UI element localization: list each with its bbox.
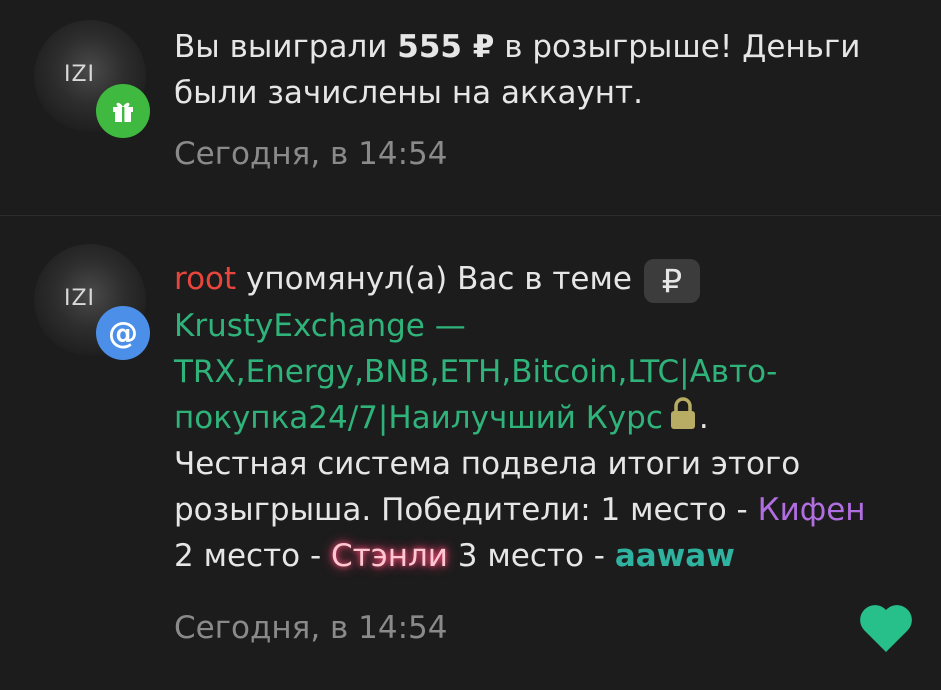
body-line-1: Честная система подвела итоги этого bbox=[174, 445, 801, 482]
prize-text-after: в розыгрыше! Деньги bbox=[494, 29, 861, 65]
winner-2-link[interactable]: Стэнли bbox=[331, 538, 448, 574]
lock-icon bbox=[670, 396, 695, 429]
winner-1-link[interactable]: Кифен bbox=[758, 492, 866, 528]
avatar-wrap[interactable]: IZI @ bbox=[34, 244, 154, 364]
heart-icon bbox=[860, 605, 912, 652]
thread-link-2[interactable]: TRX,Energy,BNB,ETH,Bitcoin,LTC|Авто- bbox=[174, 354, 777, 390]
period: . bbox=[698, 399, 709, 436]
like-button[interactable] bbox=[858, 602, 914, 654]
body-line-3: 2 место - Стэнли 3 место - aawaw bbox=[174, 533, 911, 579]
prize-amount: 555 ₽ bbox=[397, 29, 495, 65]
gift-badge bbox=[96, 84, 150, 138]
prize-line-1: Вы выиграли 555 ₽ в розыгрыше! Деньги bbox=[174, 24, 911, 70]
notification-mention: IZI @ root упомянул(а) Вас в теме ₽ Krust… bbox=[0, 216, 941, 690]
avatar-logo: IZI bbox=[64, 286, 96, 311]
body-line-2-prefix: розыгрыша. Победители: 1 место - bbox=[174, 491, 758, 528]
notification-time: Сегодня, в 14:54 bbox=[174, 136, 448, 172]
at-icon: @ bbox=[96, 306, 150, 360]
avatar-wrap[interactable]: IZI bbox=[34, 20, 154, 140]
body-line-3-mid: 3 место - bbox=[447, 537, 615, 574]
notification-text: Вы выиграли 555 ₽ в розыгрыше! Деньги бы… bbox=[174, 24, 911, 116]
username-link[interactable]: root bbox=[174, 261, 236, 297]
thread-link-1[interactable]: KrustyExchange — bbox=[174, 308, 466, 344]
avatar-logo: IZI bbox=[64, 62, 96, 87]
prefix-badge[interactable]: ₽ bbox=[643, 258, 700, 303]
body-line-3-prefix: 2 место - bbox=[174, 537, 331, 574]
prize-text-before: Вы выиграли bbox=[174, 29, 398, 65]
mention-line: root упомянул(а) Вас в теме ₽ bbox=[174, 256, 911, 303]
mention-text: упомянул(а) Вас в теме bbox=[236, 261, 632, 297]
thread-link-3[interactable]: покупка24/7|Наилучший Курс bbox=[174, 400, 663, 436]
thread-line-2: TRX,Energy,BNB,ETH,Bitcoin,LTC|Авто- bbox=[174, 349, 911, 395]
body-line-2: розыгрыша. Победители: 1 место - Кифен bbox=[174, 487, 911, 533]
notification-prize: IZI Вы выиграли 555 ₽ в розыгрыше! Деньг… bbox=[0, 0, 941, 216]
gift-icon bbox=[113, 102, 133, 122]
prize-line-2: были зачислены на аккаунт. bbox=[174, 75, 643, 111]
thread-line-1: KrustyExchange — bbox=[174, 303, 911, 349]
notification-time: Сегодня, в 14:54 bbox=[174, 610, 448, 646]
notification-text: root упомянул(а) Вас в теме ₽ KrustyExcha… bbox=[174, 256, 911, 579]
winner-3-link[interactable]: aawaw bbox=[615, 538, 735, 574]
thread-line-3: покупка24/7|Наилучший Курс . bbox=[174, 395, 911, 441]
